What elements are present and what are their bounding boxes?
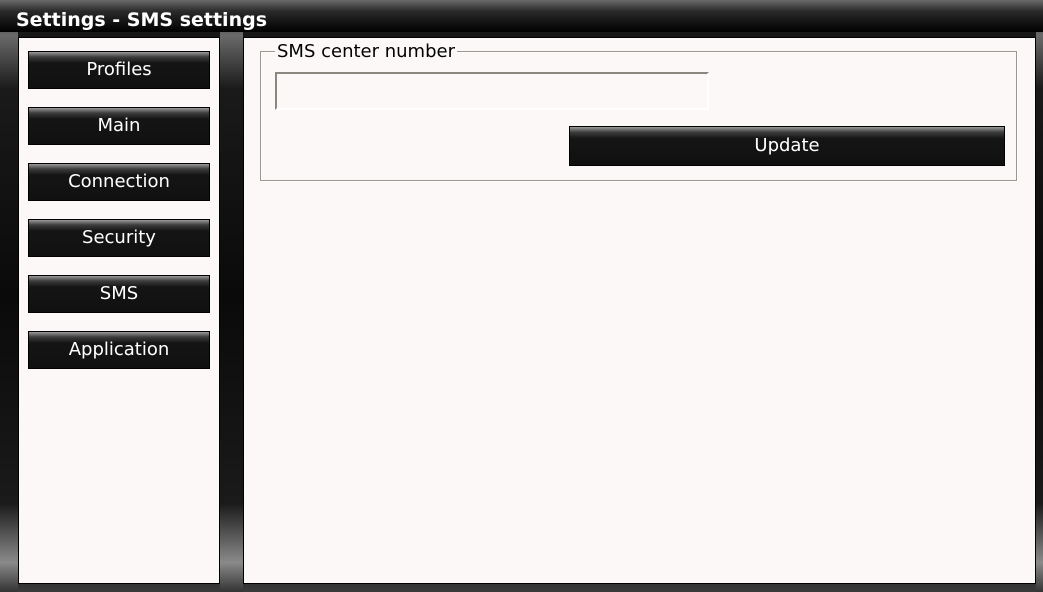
sidebar-item-profiles[interactable]: Profiles: [28, 51, 210, 89]
sidebar-item-sms[interactable]: SMS: [28, 275, 210, 313]
title-bar: Settings - SMS settings: [0, 0, 1043, 32]
sidebar-item-connection[interactable]: Connection: [28, 163, 210, 201]
right-window-frame: [1036, 0, 1043, 592]
left-window-frame: [0, 0, 18, 592]
center-window-frame: [220, 0, 243, 592]
sidebar-item-security[interactable]: Security: [28, 219, 210, 257]
sidebar-item-application[interactable]: Application: [28, 331, 210, 369]
window-title: Settings - SMS settings: [16, 9, 267, 31]
sidebar: Profiles Main Connection Security SMS Ap…: [18, 37, 220, 584]
sms-settings-panel: SMS center number Update: [243, 37, 1036, 584]
settings-window: Settings - SMS settings Profiles Main Co…: [0, 0, 1043, 592]
update-button[interactable]: Update: [569, 126, 1005, 166]
sidebar-item-main[interactable]: Main: [28, 107, 210, 145]
sms-center-number-group: SMS center number Update: [260, 42, 1017, 181]
sms-center-number-input[interactable]: [275, 72, 709, 110]
sms-center-number-label: SMS center number: [275, 41, 457, 62]
